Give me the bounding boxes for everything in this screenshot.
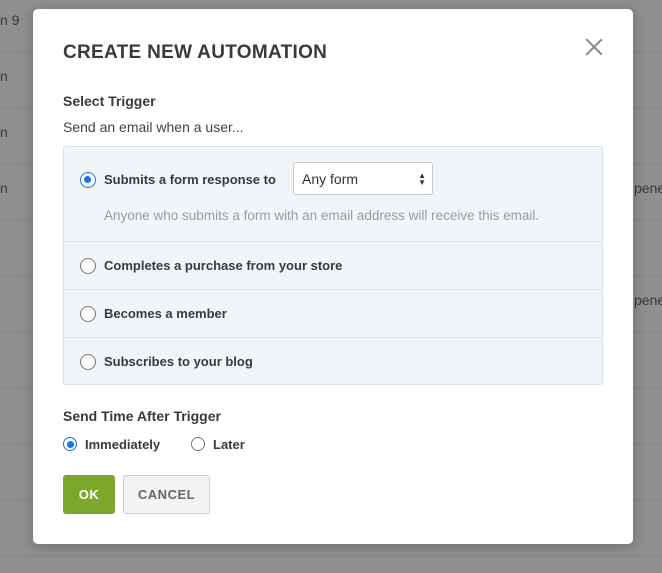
send-time-option-label: Immediately bbox=[85, 437, 161, 452]
trigger-hint: Anyone who submits a form with an email … bbox=[104, 208, 540, 223]
trigger-radio-blog[interactable] bbox=[80, 354, 96, 370]
trigger-radio-member[interactable] bbox=[80, 306, 96, 322]
background-row-text: n bbox=[0, 180, 8, 196]
close-icon[interactable] bbox=[585, 38, 603, 56]
background-row-text: n 9 bbox=[0, 12, 20, 28]
updown-arrows-icon: ▲ ▼ bbox=[418, 171, 426, 187]
trigger-option-member[interactable]: Becomes a member bbox=[64, 289, 602, 337]
trigger-subtext: Send an email when a user... bbox=[63, 119, 244, 135]
modal-title: CREATE NEW AUTOMATION bbox=[63, 42, 328, 63]
trigger-option-purchase[interactable]: Completes a purchase from your store bbox=[64, 241, 602, 289]
send-time-radio-later[interactable] bbox=[191, 437, 205, 451]
trigger-radio-form[interactable] bbox=[80, 172, 96, 188]
trigger-options-box: Submits a form response to Any form ▲ ▼ A… bbox=[63, 146, 603, 385]
select-trigger-label: Select Trigger bbox=[63, 93, 156, 109]
trigger-option-label: Subscribes to your blog bbox=[104, 354, 253, 369]
send-time-label: Send Time After Trigger bbox=[63, 408, 221, 424]
form-select-value: Any form bbox=[302, 171, 359, 187]
send-time-option-label: Later bbox=[213, 437, 245, 452]
trigger-option-label: Completes a purchase from your store bbox=[104, 258, 343, 273]
form-select[interactable]: Any form ▲ ▼ bbox=[293, 162, 433, 195]
background-row-text: n bbox=[0, 68, 8, 84]
background-row-status: pene bbox=[634, 180, 662, 196]
trigger-option-form[interactable]: Submits a form response to Any form ▲ ▼ A… bbox=[64, 147, 602, 241]
trigger-option-label: Submits a form response to bbox=[104, 172, 276, 187]
trigger-radio-purchase[interactable] bbox=[80, 258, 96, 274]
trigger-option-blog[interactable]: Subscribes to your blog bbox=[64, 337, 602, 385]
background-row-text: n bbox=[0, 124, 8, 140]
send-time-radio-immediately[interactable] bbox=[63, 437, 77, 451]
ok-button[interactable]: OK bbox=[63, 475, 115, 514]
background-row-status: pene bbox=[634, 292, 662, 308]
trigger-option-label: Becomes a member bbox=[104, 306, 227, 321]
cancel-button[interactable]: CANCEL bbox=[123, 475, 210, 514]
create-automation-modal: CREATE NEW AUTOMATION Select Trigger Sen… bbox=[33, 9, 633, 544]
